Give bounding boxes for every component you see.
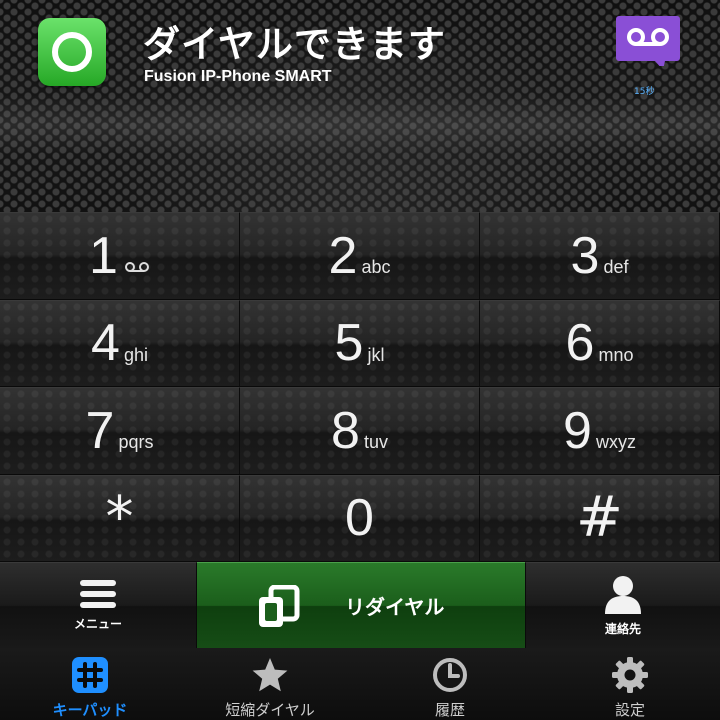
dial-keypad: 1 2 abc 3 def 4 ghi 5 jkl 6 mno 7 pqrs 8… <box>0 212 720 562</box>
key-4[interactable]: 4 ghi <box>0 299 240 387</box>
key-digit: 9 <box>563 401 592 460</box>
contact-icon <box>605 576 641 614</box>
status-header: ダイヤルできます Fusion IP-Phone SMART 15秒 <box>0 0 720 212</box>
app-name: Fusion IP-Phone SMART <box>144 68 332 85</box>
redial-label: リダイヤル <box>345 595 445 619</box>
key-digit: 4 <box>91 314 120 373</box>
key-9[interactable]: 9 wxyz <box>480 387 720 475</box>
clock-icon <box>430 656 470 694</box>
gear-icon <box>610 656 650 694</box>
voicemail-count: 15秒 <box>634 87 655 97</box>
action-row: メニュー リダイヤル 連絡先 <box>0 562 720 648</box>
contacts-label: 連絡先 <box>604 622 641 636</box>
tab-history[interactable]: 履歴 <box>360 648 540 720</box>
key-letters: jkl <box>367 344 385 365</box>
green-ring-icon <box>38 18 106 86</box>
key-7[interactable]: 7 pqrs <box>0 387 240 475</box>
key-digit: 6 <box>565 314 595 373</box>
voicemail-icon <box>124 261 149 272</box>
key-digit: 1 <box>89 226 118 285</box>
key-digit: 5 <box>334 314 364 373</box>
redial-icon <box>259 585 300 627</box>
tab-label: 短縮ダイヤル <box>225 701 315 719</box>
key-letters: mno <box>598 344 634 365</box>
tab-label: 設定 <box>614 701 645 719</box>
key-3[interactable]: 3 def <box>480 212 720 300</box>
menu-icon <box>80 580 116 608</box>
key-digit: 3 <box>570 226 600 285</box>
key-letters: ghi <box>123 344 148 365</box>
tab-keypad[interactable]: キーパッド <box>0 648 180 720</box>
key-0[interactable]: 0 <box>240 474 480 562</box>
status-title: ダイヤルできます <box>143 23 446 66</box>
key-letters: pqrs <box>118 432 154 453</box>
key-digit: 7 <box>85 401 115 460</box>
key-star[interactable]: * <box>0 474 240 562</box>
menu-label: メニュー <box>73 617 122 631</box>
key-letters: def <box>603 257 629 278</box>
star-icon <box>250 656 290 694</box>
menu-button[interactable]: メニュー <box>0 562 197 648</box>
tab-label: キーパッド <box>52 701 128 719</box>
key-letters: wxyz <box>595 432 636 453</box>
key-1[interactable]: 1 <box>0 212 240 300</box>
key-digit: * <box>105 485 134 551</box>
voicemail-icon[interactable] <box>615 14 681 66</box>
key-digit: 8 <box>331 401 360 460</box>
key-5[interactable]: 5 jkl <box>240 299 480 387</box>
key-digit: # <box>576 485 623 551</box>
tab-settings[interactable]: 設定 <box>540 648 720 720</box>
tab-label: 履歴 <box>434 701 465 719</box>
bottom-tab-bar: キーパッド 短縮ダイヤル 履歴 設定 <box>0 648 720 720</box>
key-letters: tuv <box>363 432 388 453</box>
contacts-button[interactable]: 連絡先 <box>525 562 720 648</box>
key-letters: abc <box>361 257 391 278</box>
key-6[interactable]: 6 mno <box>480 299 720 387</box>
keypad-icon <box>70 656 110 694</box>
key-8[interactable]: 8 tuv <box>240 387 480 475</box>
key-digit: 0 <box>345 489 374 548</box>
dialer-screen: ダイヤルできます Fusion IP-Phone SMART 15秒 1 2 a… <box>0 0 720 720</box>
key-2[interactable]: 2 abc <box>240 212 480 300</box>
redial-button[interactable]: リダイヤル <box>197 562 525 648</box>
tab-speed-dial[interactable]: 短縮ダイヤル <box>180 648 360 720</box>
key-hash[interactable]: # <box>480 474 720 562</box>
key-digit: 2 <box>328 226 358 285</box>
